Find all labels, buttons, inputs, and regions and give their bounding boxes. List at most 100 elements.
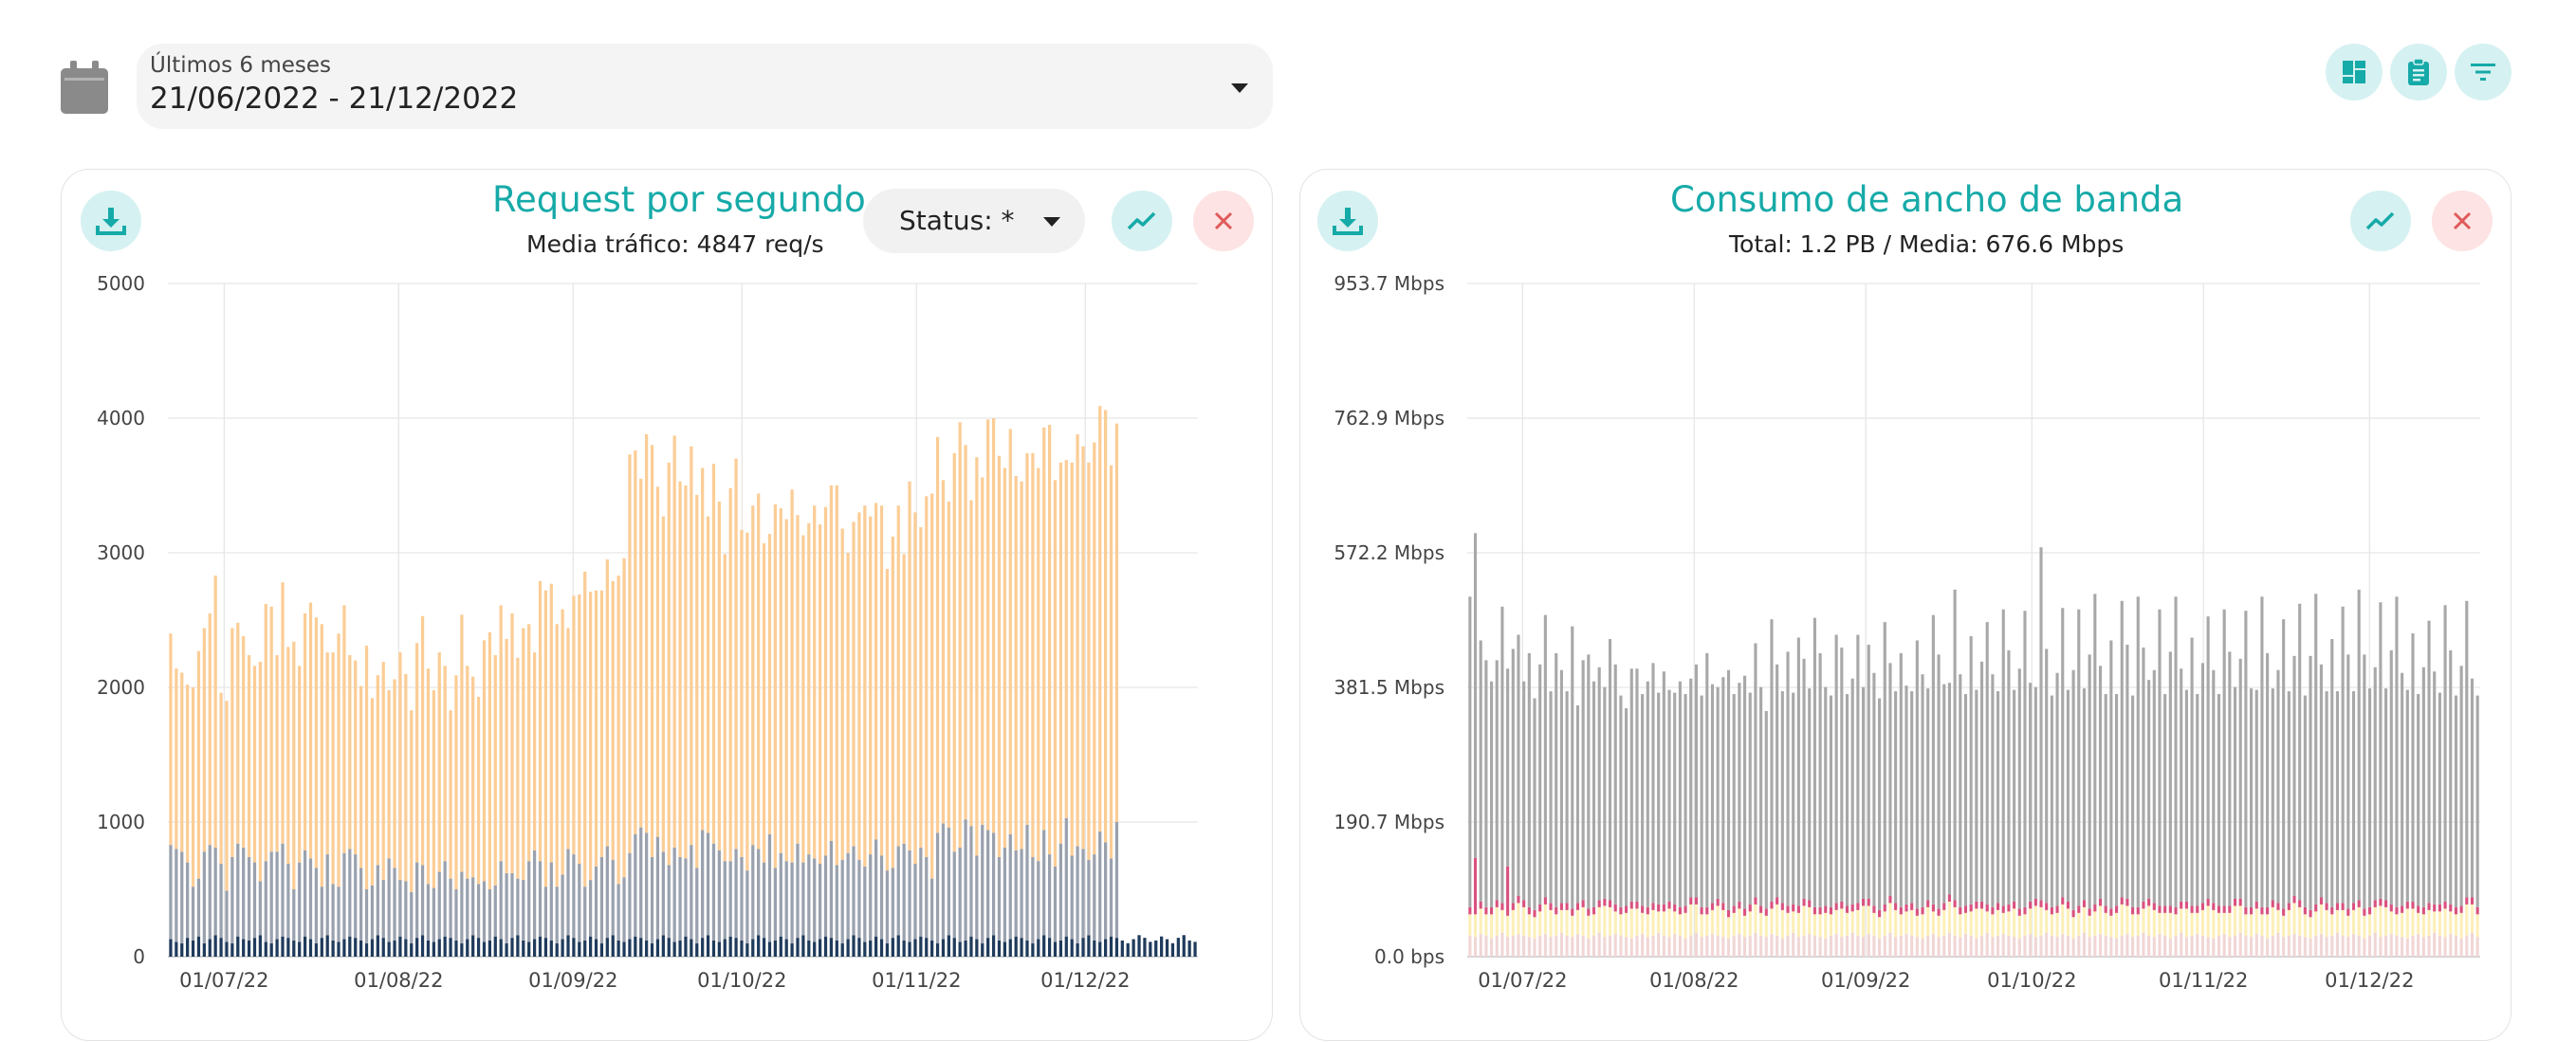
bar-segment bbox=[2427, 903, 2431, 910]
bar-segment bbox=[186, 685, 190, 863]
bar-segment bbox=[1818, 914, 1822, 938]
bar-segment bbox=[2319, 904, 2323, 935]
bar-segment bbox=[1014, 936, 1018, 957]
bar-segment bbox=[1592, 935, 1596, 957]
bar-segment bbox=[437, 939, 441, 957]
bar-segment bbox=[2163, 905, 2167, 913]
bar-segment bbox=[549, 862, 553, 941]
bar-segment bbox=[2389, 904, 2393, 912]
bar-segment bbox=[2395, 935, 2399, 957]
trend-button[interactable] bbox=[2350, 191, 2411, 251]
bar-segment bbox=[952, 851, 956, 939]
chevron-down-icon[interactable] bbox=[1043, 217, 1060, 227]
bar-segment bbox=[1796, 937, 1800, 957]
status-filter-select[interactable]: Status: * bbox=[863, 189, 1085, 253]
bar-segment bbox=[690, 446, 693, 846]
bar-segment bbox=[510, 872, 514, 939]
bar-segment bbox=[2163, 935, 2167, 957]
bar-segment bbox=[2309, 938, 2312, 957]
bar-segment bbox=[1754, 932, 1757, 957]
bar-segment bbox=[1840, 647, 1844, 902]
bar-segment bbox=[2244, 611, 2248, 907]
close-button[interactable] bbox=[1193, 191, 1254, 251]
bar-segment bbox=[2346, 908, 2350, 916]
bar-segment bbox=[410, 942, 414, 957]
bar-segment bbox=[1506, 915, 1510, 938]
bar-segment bbox=[186, 938, 190, 957]
bar-segment bbox=[684, 936, 688, 957]
bar-segment bbox=[2093, 911, 2097, 936]
bar-segment bbox=[175, 668, 178, 850]
bar-segment bbox=[1592, 681, 1596, 907]
bar-segment bbox=[1662, 935, 1665, 957]
bar-segment bbox=[2088, 654, 2091, 909]
bar-segment bbox=[208, 612, 212, 846]
bar-segment bbox=[1796, 637, 1800, 906]
bar-segment bbox=[2351, 909, 2356, 935]
bar-segment bbox=[275, 654, 279, 852]
bar-segment bbox=[443, 861, 447, 937]
bar-segment bbox=[745, 532, 749, 871]
bar-segment bbox=[1641, 694, 1645, 906]
bar-segment bbox=[1710, 934, 1715, 957]
bar-segment bbox=[359, 868, 363, 941]
calendar-icon[interactable] bbox=[61, 61, 108, 114]
bar-segment bbox=[2125, 644, 2129, 899]
bar-segment bbox=[2266, 652, 2270, 907]
bar-segment bbox=[1500, 909, 1504, 933]
bar-segment bbox=[1678, 914, 1682, 936]
bar-segment bbox=[2475, 695, 2479, 907]
dashboard-layout-button[interactable] bbox=[2326, 44, 2383, 101]
bar-segment bbox=[1985, 932, 1989, 957]
bar-segment bbox=[1700, 695, 1703, 907]
bar-segment bbox=[476, 938, 481, 957]
bar-segment bbox=[2212, 938, 2216, 957]
date-range-selector[interactable]: Últimos 6 meses 21/06/2022 - 21/12/2022 bbox=[137, 44, 1273, 129]
trend-button[interactable] bbox=[1112, 191, 1172, 251]
bar-segment bbox=[2131, 906, 2135, 915]
bar-segment bbox=[1003, 847, 1006, 942]
bar-segment bbox=[1587, 654, 1591, 909]
download-button[interactable] bbox=[81, 191, 141, 251]
bar-segment bbox=[236, 936, 240, 957]
bar-segment bbox=[1888, 895, 1892, 904]
bar-segment bbox=[2029, 934, 2033, 957]
bar-segment bbox=[578, 864, 581, 942]
bar-segment bbox=[2325, 691, 2328, 904]
bar-segment bbox=[740, 856, 744, 941]
bar-segment bbox=[443, 666, 447, 862]
bar-segment bbox=[784, 519, 788, 862]
bar-segment bbox=[2066, 689, 2070, 902]
bar-segment bbox=[2050, 906, 2053, 915]
bar-segment bbox=[2395, 914, 2399, 936]
bar-segment bbox=[331, 884, 335, 941]
bar-segment bbox=[751, 505, 755, 846]
bar-segment bbox=[292, 940, 296, 957]
bar-segment bbox=[1538, 935, 1542, 957]
filter-button[interactable] bbox=[2455, 44, 2512, 101]
bar-segment bbox=[1500, 606, 1504, 904]
x-tick-label: 01/08/22 bbox=[1649, 969, 1739, 992]
bar-segment bbox=[2120, 600, 2124, 898]
report-button[interactable] bbox=[2390, 44, 2447, 101]
bar-segment bbox=[1597, 906, 1601, 933]
bar-segment bbox=[1915, 937, 1919, 957]
bar-segment bbox=[655, 939, 660, 957]
bar-segment bbox=[2061, 904, 2065, 935]
download-button[interactable] bbox=[1317, 191, 1378, 251]
bar-segment bbox=[678, 940, 682, 957]
bar-segment bbox=[1625, 707, 1628, 906]
bar-segment bbox=[2158, 905, 2162, 913]
bar-segment bbox=[879, 939, 884, 957]
bar-segment bbox=[1969, 636, 1973, 905]
bar-segment bbox=[2168, 905, 2172, 913]
bar-segment bbox=[2465, 935, 2469, 957]
close-button[interactable] bbox=[2432, 191, 2493, 251]
bar-segment bbox=[1937, 654, 1941, 909]
bar-segment bbox=[1098, 831, 1102, 942]
bar-segment bbox=[2298, 935, 2302, 957]
bar-segment bbox=[532, 850, 537, 940]
chevron-down-icon[interactable] bbox=[1231, 83, 1248, 93]
bar-segment bbox=[2250, 906, 2254, 915]
bar-segment bbox=[208, 845, 212, 940]
